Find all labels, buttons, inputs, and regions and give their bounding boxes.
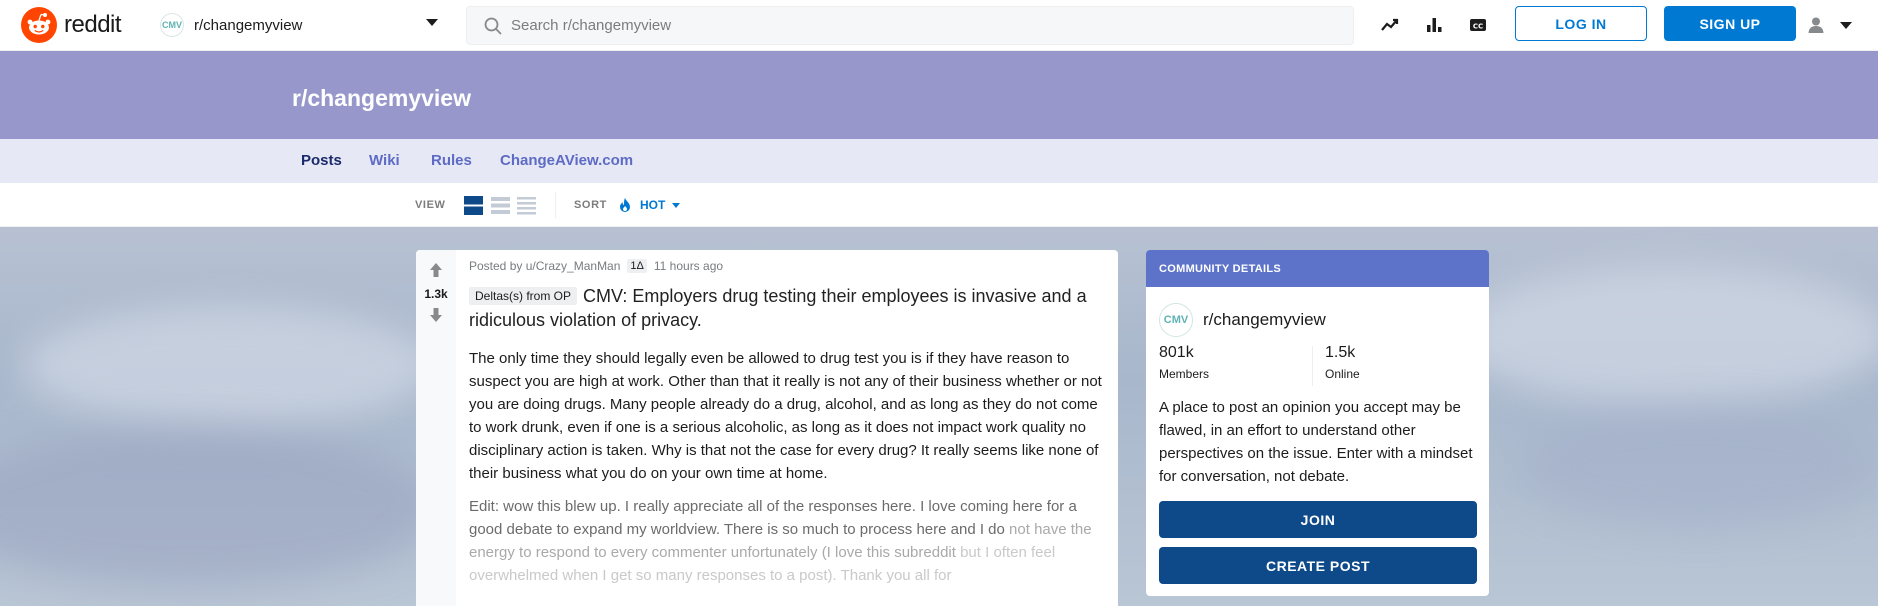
flame-icon bbox=[620, 198, 630, 212]
closed-captions-icon[interactable]: CC bbox=[1466, 13, 1490, 37]
downvote-icon[interactable] bbox=[429, 307, 443, 323]
search-icon bbox=[484, 17, 502, 35]
svg-text:CC: CC bbox=[1473, 23, 1483, 31]
community-switcher[interactable]: CMV r/changemyview bbox=[160, 10, 440, 40]
user-icon bbox=[1808, 17, 1824, 33]
community-stats: 801k Members 1.5k Online bbox=[1159, 344, 1477, 390]
chevron-down-icon bbox=[426, 19, 438, 26]
classic-view-icon[interactable] bbox=[491, 196, 510, 215]
tab-posts[interactable]: Posts bbox=[301, 152, 342, 169]
post-author[interactable]: Posted by u/Crazy_ManMan bbox=[469, 259, 620, 273]
create-post-button[interactable]: CREATE POST bbox=[1159, 547, 1477, 584]
search-bar[interactable] bbox=[466, 6, 1354, 45]
community-mini-logo: CMV bbox=[160, 13, 184, 37]
community-switcher-label: r/changemyview bbox=[194, 16, 303, 34]
tab-changeaview[interactable]: ChangeAView.com bbox=[500, 152, 633, 169]
vote-count: 1.3k bbox=[424, 287, 448, 301]
community-nav: Posts Wiki Rules ChangeAView.com bbox=[0, 139, 1878, 183]
post-body-paragraph: The only time they should legally even b… bbox=[469, 350, 1102, 482]
user-menu[interactable] bbox=[1806, 12, 1866, 38]
log-in-button[interactable]: LOG IN bbox=[1515, 6, 1647, 41]
card-view-icon[interactable] bbox=[464, 196, 483, 215]
post-card[interactable]: 1.3k Posted by u/Crazy_ManMan 1Δ 11 hour… bbox=[416, 250, 1118, 606]
view-label: VIEW bbox=[415, 199, 446, 211]
online-stat: 1.5k Online bbox=[1325, 344, 1360, 381]
stats-divider bbox=[1312, 346, 1313, 386]
upvote-icon[interactable] bbox=[429, 262, 443, 278]
members-count: 801k bbox=[1159, 344, 1194, 361]
members-label: Members bbox=[1159, 367, 1210, 381]
post-title[interactable]: Deltas(s) from OP CMV: Employers drug tes… bbox=[469, 284, 1109, 332]
top-header: reddit CMV r/changemyview CC LOG IN SIGN… bbox=[0, 0, 1878, 51]
stats-icon[interactable] bbox=[1422, 13, 1446, 37]
community-name: r/changemyview bbox=[1203, 310, 1326, 329]
trending-icon[interactable] bbox=[1378, 13, 1402, 37]
post-flair[interactable]: Deltas(s) from OP bbox=[469, 287, 578, 305]
banner-title: r/changemyview bbox=[292, 85, 471, 111]
vote-column: 1.3k bbox=[416, 250, 456, 606]
online-label: Online bbox=[1325, 367, 1360, 381]
post-body: The only time they should legally even b… bbox=[469, 347, 1105, 597]
sort-value: HOT bbox=[640, 198, 666, 212]
post-body-edit: Edit: wow this blew up. I really appreci… bbox=[469, 498, 1092, 584]
community-details-card: COMMUNITY DETAILS CMV r/changemyview 801… bbox=[1146, 250, 1489, 596]
reddit-logo[interactable]: reddit bbox=[21, 7, 122, 43]
community-identity[interactable]: CMV r/changemyview bbox=[1159, 303, 1326, 337]
community-description: A place to post an opinion you accept ma… bbox=[1159, 399, 1473, 485]
reddit-snoo-icon bbox=[21, 7, 57, 43]
reddit-wordmark: reddit bbox=[64, 11, 122, 38]
user-flair: 1Δ bbox=[627, 259, 647, 273]
sort-label: SORT bbox=[574, 199, 607, 211]
community-logo: CMV bbox=[1159, 303, 1193, 337]
post-time[interactable]: 11 hours ago bbox=[654, 259, 723, 273]
sort-dropdown[interactable]: HOT bbox=[618, 194, 681, 216]
post-meta: Posted by u/Crazy_ManMan 1Δ 11 hours ago bbox=[469, 259, 723, 273]
chevron-down-icon bbox=[1840, 21, 1852, 29]
view-sort-bar: VIEW SORT HOT bbox=[0, 183, 1878, 227]
chevron-down-icon bbox=[672, 202, 681, 208]
sign-up-button[interactable]: SIGN UP bbox=[1664, 6, 1796, 41]
tab-rules[interactable]: Rules bbox=[431, 152, 472, 169]
members-stat: 801k Members bbox=[1159, 344, 1209, 381]
search-input[interactable] bbox=[511, 17, 1211, 34]
join-button[interactable]: JOIN bbox=[1159, 501, 1477, 538]
divider bbox=[555, 192, 556, 218]
community-details-header: COMMUNITY DETAILS bbox=[1146, 250, 1489, 287]
online-count: 1.5k bbox=[1325, 344, 1356, 361]
community-banner: r/changemyview bbox=[0, 51, 1878, 139]
tab-wiki[interactable]: Wiki bbox=[369, 152, 400, 169]
compact-view-icon[interactable] bbox=[517, 196, 536, 215]
